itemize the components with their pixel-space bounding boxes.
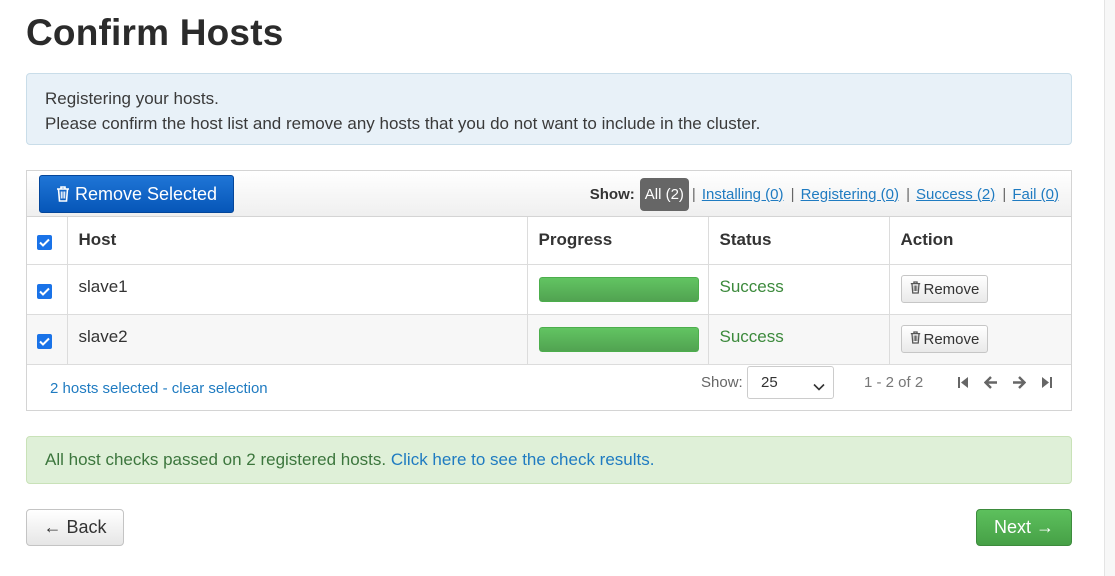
trash-icon — [910, 280, 921, 298]
remove-selected-label: Remove Selected — [74, 183, 218, 204]
filter-separator: | — [998, 185, 1007, 203]
table-row: slave1 Success Remove — [27, 263, 1071, 315]
status-cell: Success — [707, 313, 890, 365]
progress-cell — [526, 263, 709, 315]
filter-separator: | — [786, 185, 795, 203]
last-page-icon[interactable] — [1039, 374, 1055, 390]
page-size-value: 25 — [761, 374, 778, 391]
hosts-table: Host Progress Status Action slave1 Succe… — [27, 217, 1071, 365]
row-checkbox[interactable] — [37, 284, 52, 299]
status-cell: Success — [707, 263, 890, 315]
row-select-cell — [27, 313, 68, 365]
row-checkbox[interactable] — [37, 334, 52, 349]
remove-host-button[interactable]: Remove — [900, 325, 989, 353]
page-title: Confirm Hosts — [26, 12, 284, 53]
progress-bar-fill — [538, 326, 699, 352]
column-header-progress: Progress — [526, 217, 709, 265]
page-range: 1 - 2 of 2 — [864, 374, 924, 391]
scrollbar-track[interactable] — [1104, 0, 1115, 576]
remove-selected-button[interactable]: Remove Selected — [39, 175, 234, 213]
clear-selection-link[interactable]: clear selection — [172, 380, 268, 397]
filter-separator: | — [901, 185, 911, 203]
trash-icon — [56, 186, 70, 202]
check-results-link[interactable]: Click here to see the check results. — [391, 450, 655, 469]
remove-host-button[interactable]: Remove — [900, 275, 989, 303]
table-row: slave2 Success Remove — [27, 313, 1071, 365]
progress-bar — [538, 326, 699, 352]
host-cell: slave2 — [66, 313, 528, 365]
status-filter-bar: Show: All (2) | Installing (0) | Registe… — [590, 177, 1059, 211]
chevron-down-icon — [813, 378, 825, 395]
selection-separator: - — [158, 380, 172, 397]
pagination — [955, 374, 1055, 390]
selection-count: 2 hosts selected — [50, 380, 159, 397]
progress-bar — [538, 276, 699, 302]
column-header-status[interactable]: Status — [707, 217, 890, 265]
next-button[interactable]: Next → — [976, 509, 1072, 546]
host-cell: slave1 — [66, 263, 528, 315]
selection-info: 2 hosts selected - clear selection — [50, 380, 268, 397]
column-header-action: Action — [888, 217, 1071, 265]
filter-separator: | — [691, 185, 696, 203]
page-size-label: Show: — [701, 374, 743, 391]
info-alert: Registering your hosts. Please confirm t… — [26, 73, 1072, 145]
host-checks-alert: All host checks passed on 2 registered h… — [26, 436, 1072, 484]
select-all-cell — [27, 217, 68, 265]
trash-icon — [910, 330, 921, 348]
filter-all[interactable]: All (2) — [639, 177, 689, 211]
table-header-row: Host Progress Status Action — [27, 217, 1071, 265]
status-text[interactable]: Success — [720, 327, 784, 346]
row-select-cell — [27, 263, 68, 315]
page-size-select[interactable]: 25 — [747, 366, 834, 399]
filter-registering[interactable]: Registering (0) — [801, 186, 899, 203]
filter-show-label: Show: — [589, 185, 635, 203]
info-line-1: Registering your hosts. — [45, 89, 219, 108]
host-checks-text: All host checks passed on 2 registered h… — [45, 450, 391, 469]
select-all-checkbox[interactable] — [37, 235, 52, 251]
action-cell: Remove — [888, 313, 1071, 365]
host-name[interactable]: slave2 — [79, 327, 128, 346]
filter-installing[interactable]: Installing (0) — [702, 186, 784, 203]
table-footer: 2 hosts selected - clear selection Show:… — [27, 366, 1071, 411]
remove-label: Remove — [923, 330, 980, 348]
column-header-host[interactable]: Host — [66, 217, 528, 265]
back-button[interactable]: ← Back — [26, 509, 124, 546]
remove-label: Remove — [923, 280, 980, 298]
status-text[interactable]: Success — [720, 277, 784, 296]
progress-cell — [526, 313, 709, 365]
hosts-toolbar: Remove Selected Show: All (2) | Installi… — [27, 171, 1071, 217]
progress-bar-fill — [538, 276, 699, 302]
first-page-icon[interactable] — [955, 374, 971, 390]
host-name[interactable]: slave1 — [79, 277, 128, 296]
action-cell: Remove — [888, 263, 1071, 315]
filter-fail[interactable]: Fail (0) — [1012, 186, 1059, 203]
next-page-icon[interactable] — [1011, 374, 1027, 390]
hosts-panel: Remove Selected Show: All (2) | Installi… — [26, 170, 1072, 411]
info-line-2: Please confirm the host list and remove … — [45, 114, 761, 133]
filter-success[interactable]: Success (2) — [916, 186, 995, 203]
previous-page-icon[interactable] — [983, 374, 999, 390]
